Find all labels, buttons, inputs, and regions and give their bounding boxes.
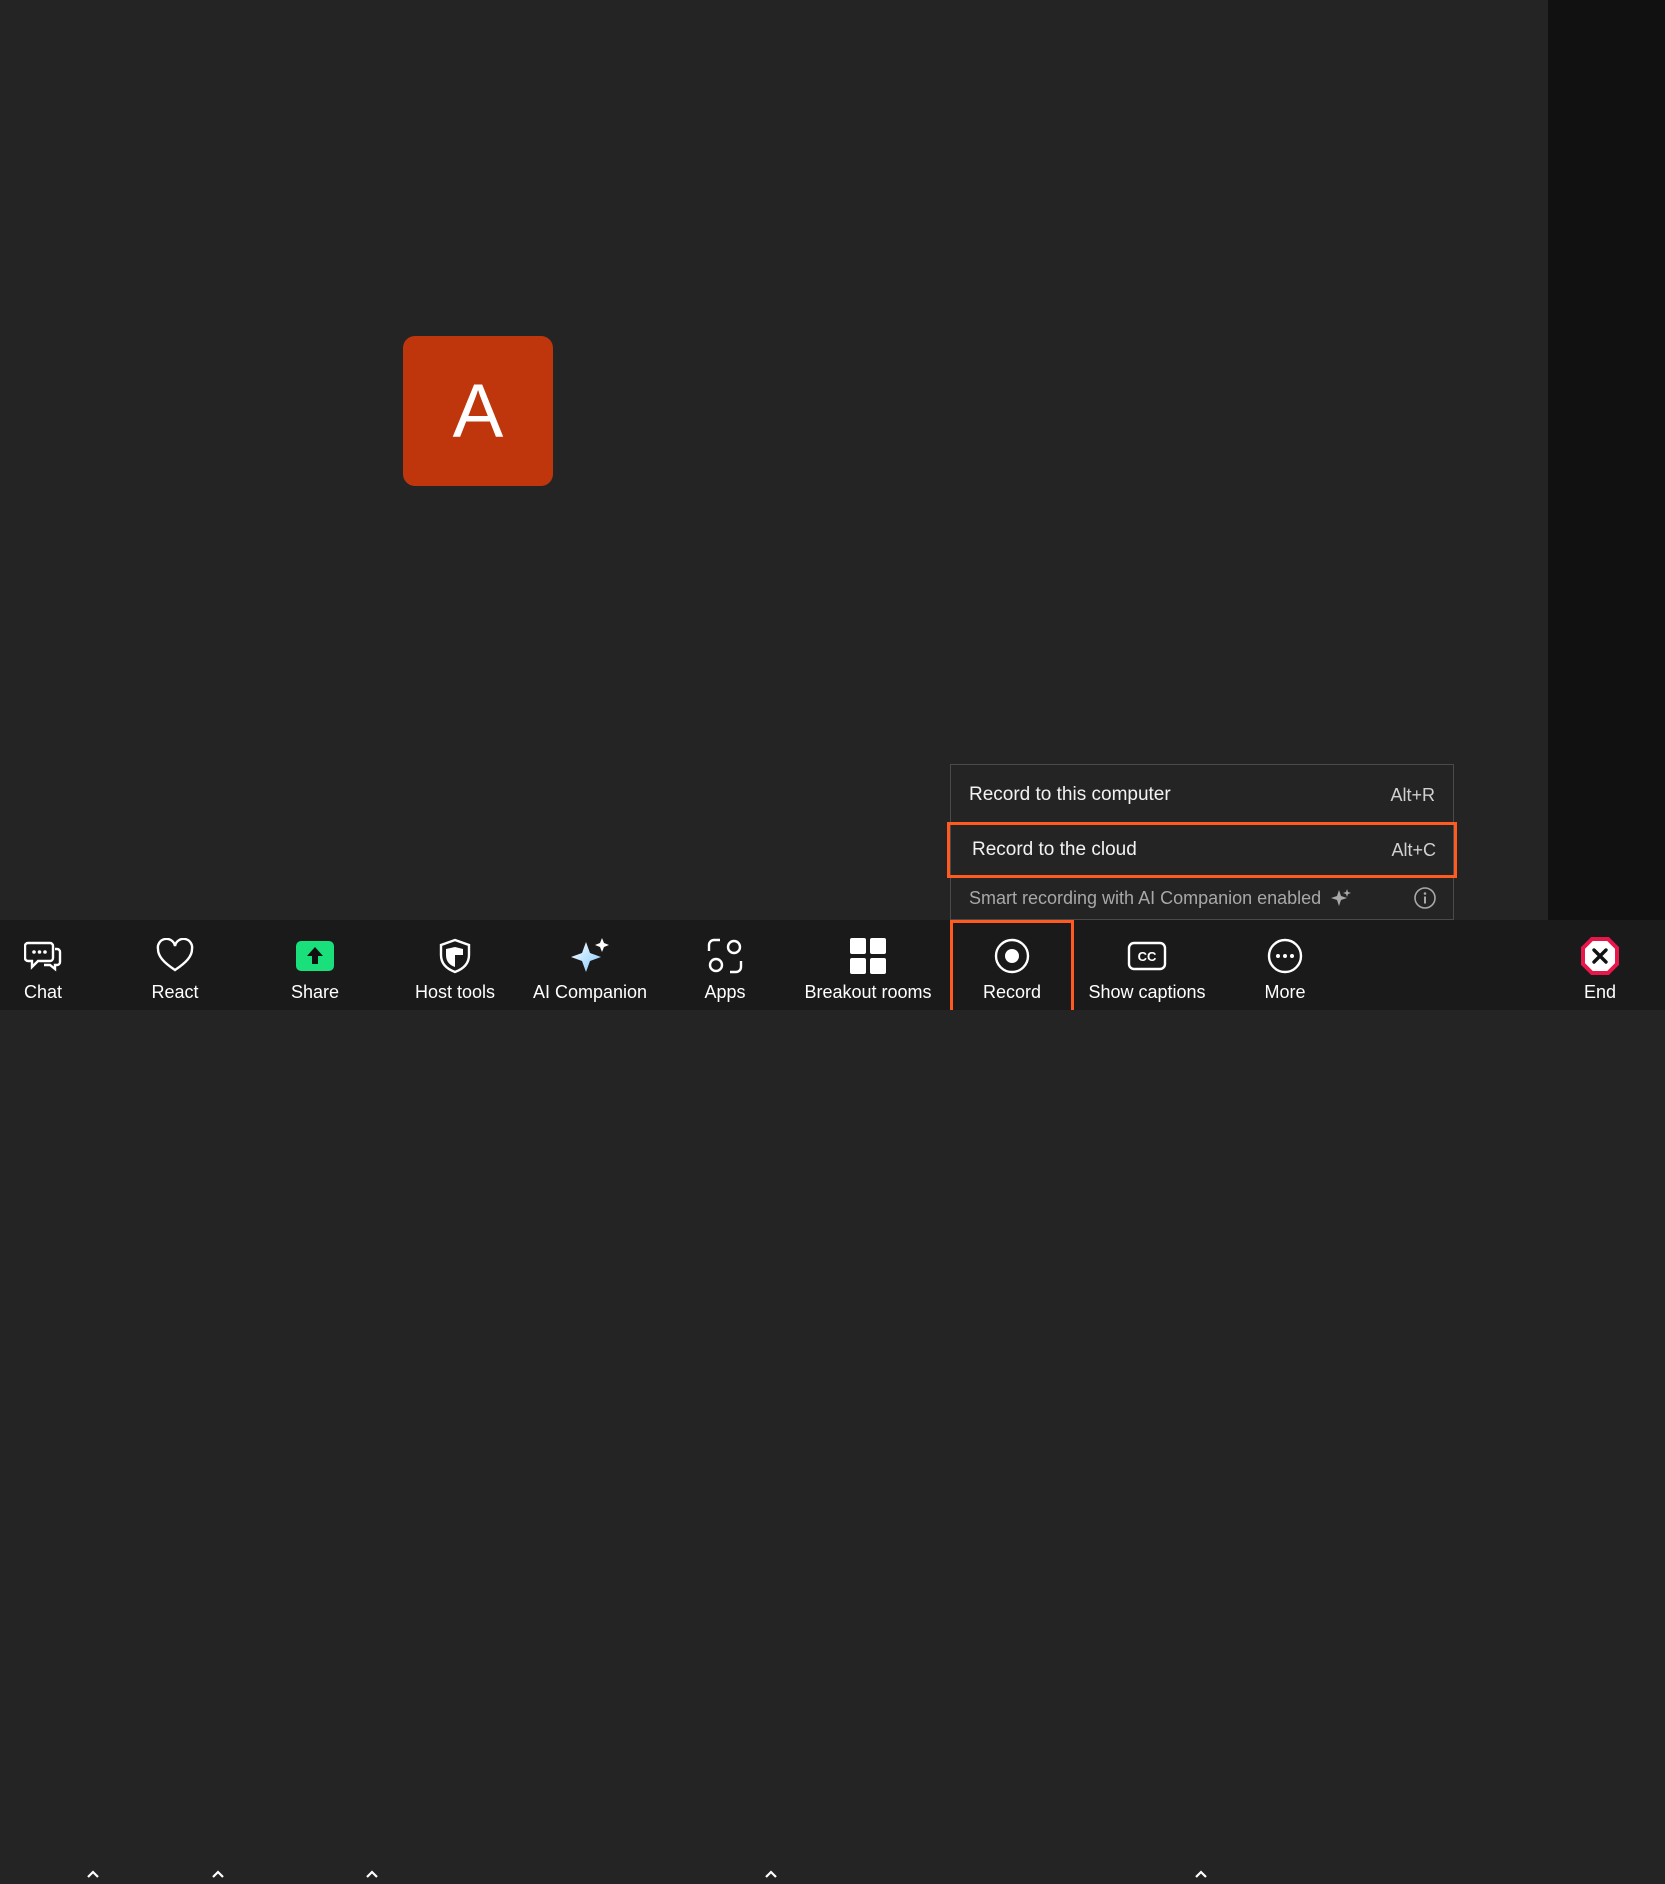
record-to-computer-label: Record to this computer (969, 784, 1171, 805)
chat-options-chevron-up-icon[interactable] (83, 1864, 103, 1884)
end-meeting-button[interactable]: End (1570, 920, 1630, 1010)
ai-companion-label: AI Companion (532, 982, 648, 1002)
share-options-chevron-up-icon[interactable] (362, 1864, 382, 1884)
heart-icon (156, 938, 194, 972)
chat-label: Chat (23, 982, 63, 1002)
participant-initial: A (452, 368, 504, 454)
chat-button[interactable]: Chat (8, 920, 78, 1010)
side-panel-strip (1548, 0, 1665, 920)
record-to-cloud-label: Record to the cloud (972, 839, 1137, 860)
sparkle-icon (1331, 889, 1352, 906)
show-captions-label: Show captions (1088, 982, 1206, 1002)
show-captions-button[interactable]: CC Show captions (1082, 920, 1212, 1010)
host-tools-button[interactable]: Host tools (405, 920, 505, 1010)
info-icon[interactable] (1413, 886, 1437, 910)
smart-recording-row: Smart recording with AI Companion enable… (969, 882, 1437, 914)
record-button[interactable]: Record (950, 920, 1074, 1010)
ai-companion-button[interactable]: AI Companion (525, 920, 655, 1010)
share-screen-icon (296, 941, 334, 971)
svg-text:CC: CC (1138, 949, 1157, 964)
apps-options-chevron-up-icon[interactable] (761, 1864, 781, 1884)
record-to-computer-shortcut: Alt+R (1390, 784, 1435, 805)
smart-recording-text: Smart recording with AI Companion enable… (969, 887, 1322, 908)
record-icon (994, 938, 1030, 974)
record-to-cloud-item[interactable]: Record to the cloud Alt+C (947, 822, 1457, 878)
host-tools-label: Host tools (414, 982, 496, 1002)
record-to-computer-item[interactable]: Record to this computer Alt+R (951, 769, 1453, 821)
react-button[interactable]: React (140, 920, 210, 1010)
record-menu: Record to this computer Alt+R Record to … (947, 764, 1457, 920)
more-button[interactable]: More (1250, 920, 1320, 1010)
breakout-rooms-button[interactable]: Breakout rooms (798, 920, 938, 1010)
record-label: Record (982, 982, 1042, 1002)
breakout-rooms-label: Breakout rooms (804, 982, 932, 1002)
ai-companion-sparkle-icon (571, 938, 609, 972)
participant-avatar[interactable]: A (403, 336, 553, 486)
react-label: React (151, 982, 199, 1002)
apps-button[interactable]: Apps (690, 920, 760, 1010)
apps-icon (707, 938, 743, 974)
end-x-icon (1581, 937, 1619, 975)
react-options-chevron-up-icon[interactable] (208, 1864, 228, 1884)
chat-icon (24, 941, 62, 972)
more-label: More (1264, 982, 1306, 1002)
closed-captions-icon: CC (1127, 941, 1167, 971)
meeting-toolbar: Chat React Share Host tools AI Companion… (0, 920, 1665, 1878)
breakout-rooms-grid-icon (850, 938, 886, 974)
share-button[interactable]: Share (280, 920, 350, 1010)
record-to-cloud-shortcut: Alt+C (1391, 839, 1436, 860)
end-label: End (1583, 982, 1617, 1002)
captions-options-chevron-up-icon[interactable] (1191, 1864, 1211, 1884)
apps-label: Apps (704, 982, 746, 1002)
more-ellipsis-icon (1267, 938, 1303, 974)
shield-icon (439, 938, 471, 974)
share-label: Share (290, 982, 340, 1002)
